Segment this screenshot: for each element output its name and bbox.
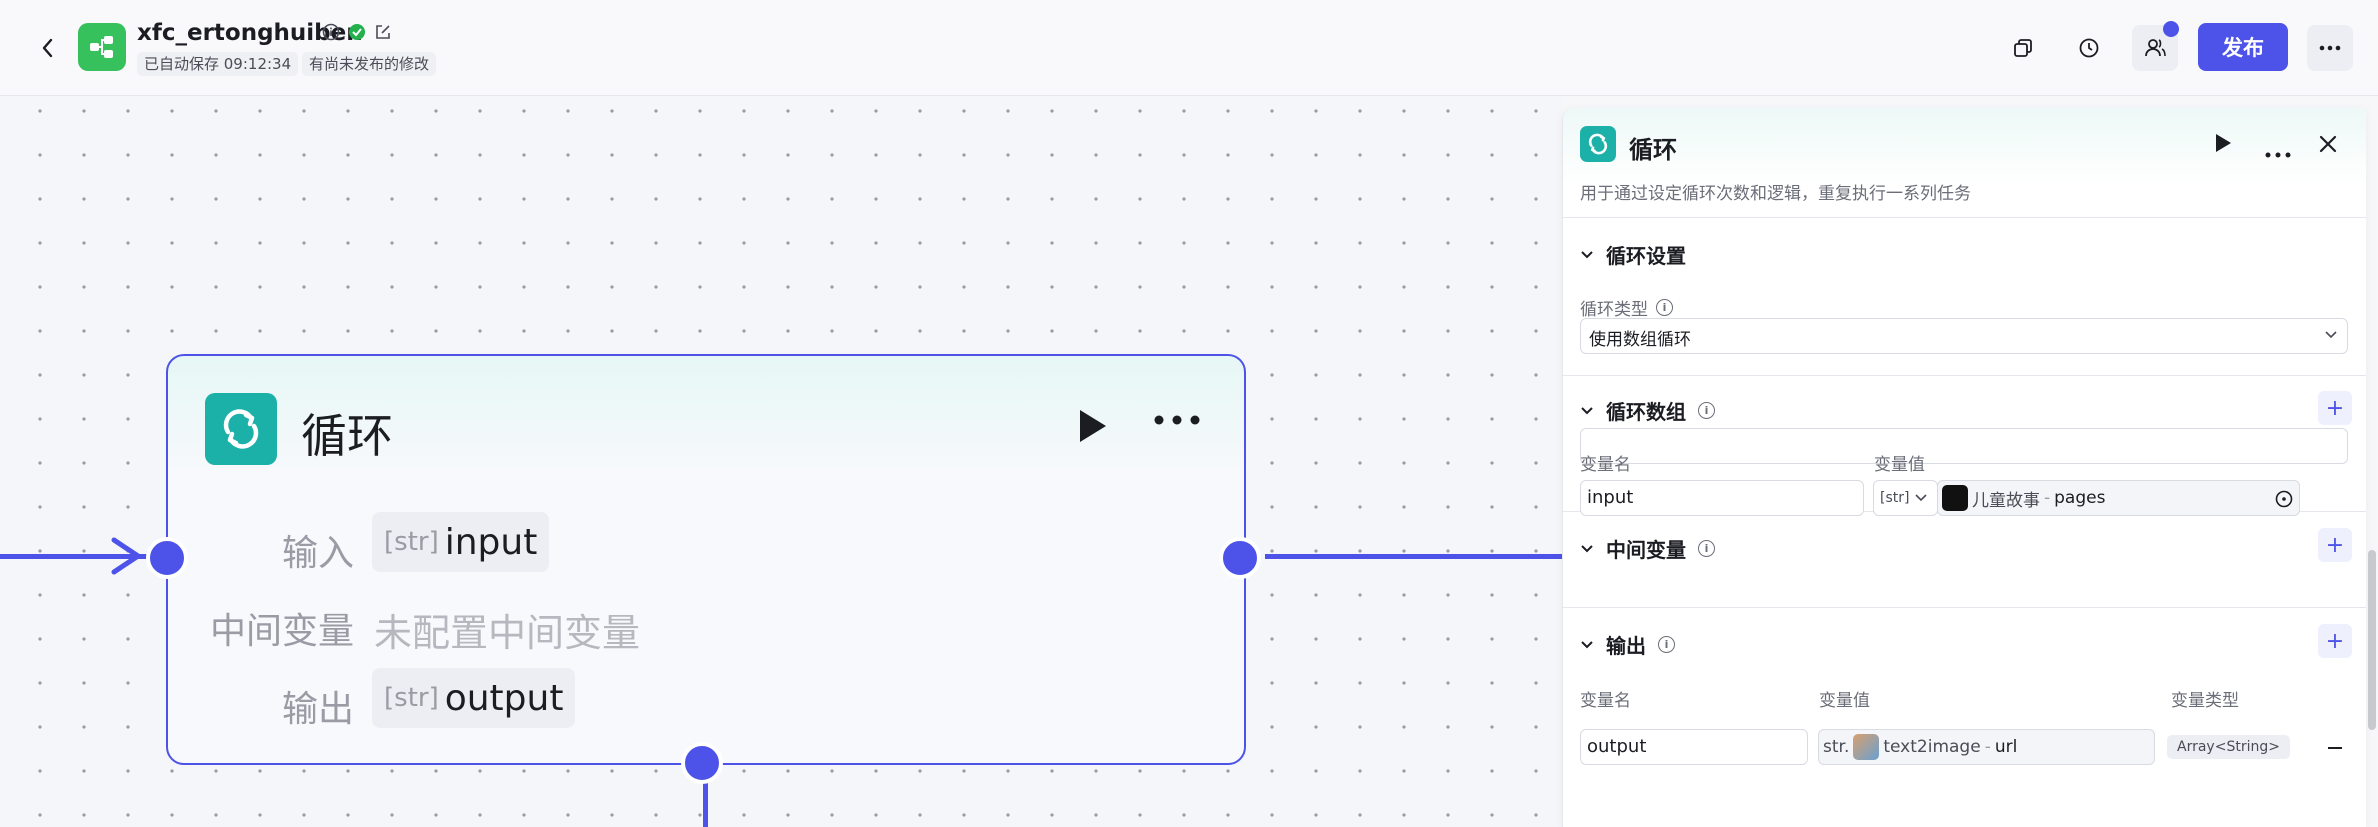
loop-icon (1580, 126, 1616, 162)
loop-array-toggle[interactable]: 循环数组 i (1580, 396, 1715, 425)
info-icon[interactable]: i (1698, 540, 1715, 557)
panel-header: 循环 用于通过设定循环次数和逻辑，重复执行一系列任务 (1563, 108, 2366, 218)
chevron-down-icon (1915, 494, 1928, 502)
add-mid-var-button[interactable]: + (2318, 528, 2352, 562)
string-type-icon: [str] (1880, 490, 1910, 506)
loop-node[interactable]: 循环 输入 [str] input 中间变量 未配置中间变量 输出 [str] … (166, 354, 1246, 765)
settings-dot-icon (2275, 490, 2293, 508)
edit-icon[interactable] (374, 23, 392, 45)
chevron-down-icon (1581, 250, 1593, 258)
info-icon[interactable]: i (1658, 636, 1675, 653)
chevron-down-icon (1581, 406, 1593, 414)
add-array-button[interactable]: + (2318, 391, 2352, 425)
loop-body-port[interactable] (681, 742, 723, 784)
node-title: 循环 (301, 409, 393, 463)
array-var-name-input[interactable]: input (1580, 480, 1864, 516)
unpublished-tag: 有尚未发布的修改 (302, 52, 437, 76)
publish-button[interactable]: 发布 (2198, 23, 2288, 71)
arrow-head-icon (111, 537, 141, 575)
close-icon[interactable] (2318, 134, 2338, 158)
array-var-ref[interactable]: 儿童故事 - pages (1937, 480, 2300, 516)
mid-vars-section: 中间变量 i + (1563, 512, 2366, 608)
input-chip: [str] input (372, 512, 550, 572)
output-var-ref[interactable]: str. text2image - url (1818, 729, 2155, 765)
check-circle-icon (348, 23, 366, 45)
input-port[interactable] (146, 537, 188, 579)
more-icon[interactable] (2265, 143, 2291, 162)
add-output-button[interactable]: + (2318, 624, 2352, 658)
user-icon (2145, 39, 2166, 57)
output-toggle[interactable]: 输出 i (1580, 630, 1675, 659)
autosave-tag: 已自动保存 09:12:34 (137, 52, 299, 76)
remove-output-icon[interactable] (2328, 747, 2342, 749)
node-output-row: 输出 [str] output (168, 668, 1244, 730)
more-icon[interactable] (1153, 411, 1201, 430)
diamond-badge-icon (2163, 21, 2179, 37)
info-icon[interactable]: i (1698, 402, 1715, 419)
app-icon (78, 23, 126, 71)
node-mid-row: 中间变量 未配置中间变量 (209, 611, 641, 655)
string-type-icon: str. (1823, 737, 1850, 757)
output-chip: [str] output (372, 668, 576, 728)
output-port[interactable] (1219, 537, 1261, 579)
mid-vars-toggle[interactable]: 中间变量 i (1580, 534, 1715, 563)
loop-icon (205, 393, 277, 465)
node-avatar-icon (1942, 485, 1968, 511)
chevron-down-icon (2325, 331, 2337, 339)
output-section: 输出 i + 变量名 变量值 变量类型 (1563, 608, 2366, 827)
text2image-avatar-icon (1853, 734, 1880, 760)
play-icon[interactable] (2213, 132, 2233, 158)
panel-title: 循环 (1629, 136, 1677, 164)
loop-type-select[interactable]: 使用数组循环 (1580, 318, 2348, 354)
loop-settings-toggle[interactable]: 循环设置 (1580, 240, 1686, 269)
node-input-row: 输入 [str] input (168, 512, 1244, 574)
history-icon[interactable] (2066, 25, 2112, 71)
string-type-icon: [str] (384, 683, 439, 713)
string-type-icon: [str] (384, 527, 439, 557)
back-icon[interactable] (30, 30, 66, 66)
scrollbar-thumb[interactable] (2368, 550, 2376, 730)
output-var-name-input[interactable]: output (1580, 729, 1808, 765)
loop-config-panel: 循环 用于通过设定循环次数和逻辑，重复执行一系列任务 循环设置 循环类型 i 使… (1562, 108, 2366, 827)
array-type-select[interactable]: [str] (1873, 480, 1938, 516)
edge-outgoing (1265, 554, 1565, 559)
top-bar: xfc_ertonghuiben 已自动保存 09:12:34 有尚未发布的修改… (0, 0, 2378, 96)
info-icon[interactable]: i (1656, 299, 1673, 316)
info-icon[interactable] (322, 23, 340, 45)
play-icon[interactable] (1076, 408, 1108, 448)
more-icon[interactable] (2307, 25, 2353, 71)
panel-scrollbar[interactable] (2368, 150, 2376, 827)
copy-icon[interactable] (2000, 25, 2046, 71)
output-var-type: Array<String> (2167, 735, 2290, 759)
chevron-down-icon (1581, 544, 1593, 552)
panel-description: 用于通过设定循环次数和逻辑，重复执行一系列任务 (1580, 184, 1971, 204)
chevron-down-icon (1581, 640, 1593, 648)
